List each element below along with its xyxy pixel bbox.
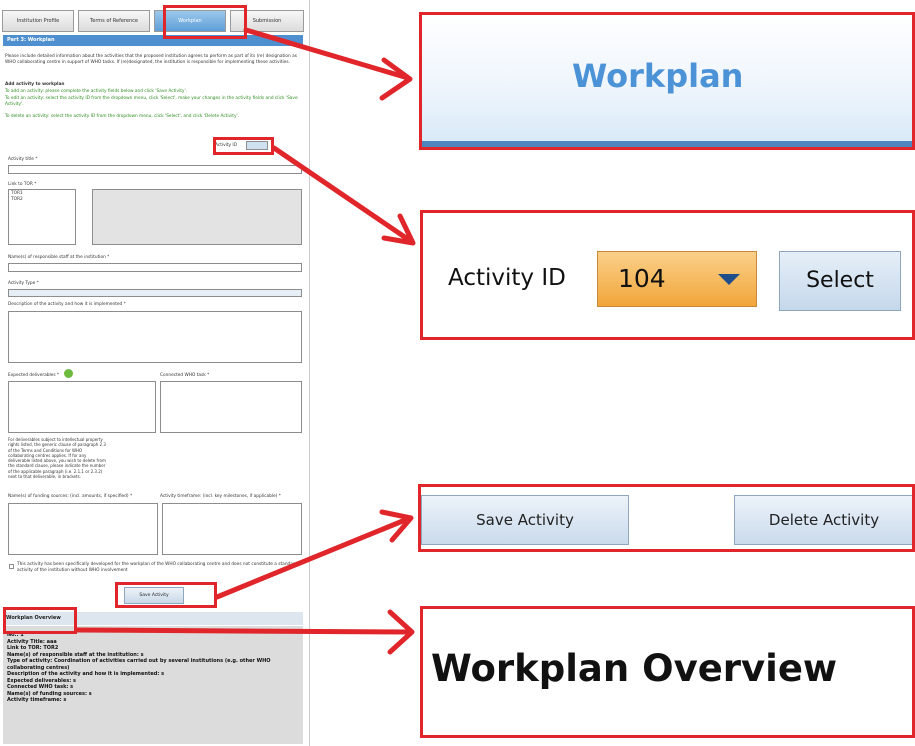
- activity-id-dropdown[interactable]: 104: [597, 251, 757, 307]
- description-textarea[interactable]: [8, 311, 302, 363]
- connected-task-textarea[interactable]: [160, 381, 302, 433]
- activity-id-label: Activity ID: [448, 265, 566, 291]
- connected-task-label: Connected WHO task *: [160, 373, 210, 378]
- checkbox-text: This activity has been specifically deve…: [17, 562, 298, 573]
- tor-listbox[interactable]: TOR1 TOR2: [8, 189, 76, 245]
- tor-option[interactable]: TOR1: [9, 190, 75, 197]
- tor-description-box: [92, 189, 302, 245]
- zoom-workplan-overview: Workplan Overview: [420, 606, 915, 738]
- deliverables-textarea[interactable]: [8, 381, 156, 433]
- link-to-tor-label: Link to TOR *: [8, 182, 37, 187]
- workplan-form-screenshot: Institution Profile Terms of Reference W…: [0, 0, 310, 746]
- funding-sources-label: Name(s) of funding sources: (incl. amoun…: [8, 494, 133, 499]
- chevron-down-icon[interactable]: [718, 274, 740, 285]
- timeframe-label: Activity timeframe: (incl. key milestone…: [160, 494, 281, 499]
- activity-title-input[interactable]: [8, 165, 302, 174]
- select-button[interactable]: Select: [779, 251, 901, 311]
- delete-activity-button[interactable]: Delete Activity: [734, 495, 912, 545]
- arrow-overview-head: [387, 609, 415, 655]
- save-activity-button[interactable]: Save Activity: [421, 495, 629, 545]
- activity-title-label: Activity title *: [8, 157, 38, 162]
- responsible-staff-input[interactable]: [8, 263, 302, 272]
- activity-id-value: 104: [618, 264, 666, 293]
- responsible-staff-label: Name(s) of responsible staff at the inst…: [8, 255, 110, 260]
- instruction-add: To add an activity: please complete the …: [5, 89, 187, 94]
- tor-option[interactable]: TOR2: [9, 197, 75, 202]
- highlight-activity-id: [213, 137, 274, 155]
- instruction-delete: To delete an activity: select the activi…: [5, 114, 240, 119]
- arrow-activity-id-head: [381, 213, 416, 246]
- description-label: Description of the activity and how it i…: [8, 302, 126, 307]
- timeframe-textarea[interactable]: [162, 503, 302, 555]
- intro-text: Please include detailed information abou…: [5, 54, 297, 65]
- expected-deliverables-label: Expected deliverables *: [8, 373, 60, 378]
- arrow-workplan-head: [379, 57, 413, 101]
- highlight-save-button: [115, 582, 217, 608]
- ip-note: For deliverables subject to intellectual…: [8, 437, 106, 480]
- tab-bar: Institution Profile Terms of Reference W…: [2, 10, 306, 34]
- workplan-overview-body: No.: 1 Activity Title: aaa Link to TOR: …: [3, 626, 303, 744]
- add-activity-heading: Add activity to workplan: [5, 82, 65, 87]
- highlight-workplan-tab: [163, 5, 247, 39]
- instruction-edit: To edit an activity: select the activity…: [5, 96, 298, 107]
- workplan-overview-title: Workplan Overview: [431, 647, 838, 690]
- funding-sources-textarea[interactable]: [8, 503, 158, 555]
- add-icon[interactable]: [64, 369, 73, 378]
- zoom-workplan-tab: Workplan: [419, 12, 915, 150]
- arrow-save-activity-head: [379, 509, 414, 543]
- overview-line: Type of activity: Coordination of activi…: [7, 658, 271, 664]
- tab-terms-of-reference[interactable]: Terms of Reference: [78, 10, 150, 32]
- highlight-overview-title: [3, 607, 77, 634]
- section-title: Part 3: Workplan: [3, 35, 303, 46]
- tab-institution-profile[interactable]: Institution Profile: [2, 10, 74, 32]
- activity-checkbox[interactable]: [9, 564, 14, 569]
- zoom-action-buttons: Save Activity Delete Activity: [418, 484, 915, 552]
- overview-line: Activity timeframe: s: [7, 697, 67, 703]
- activity-type-select[interactable]: [8, 289, 302, 297]
- activity-type-label: Activity Type *: [8, 281, 39, 286]
- workplan-title[interactable]: Workplan: [572, 57, 743, 95]
- zoom-activity-id: Activity ID 104 Select: [420, 210, 915, 340]
